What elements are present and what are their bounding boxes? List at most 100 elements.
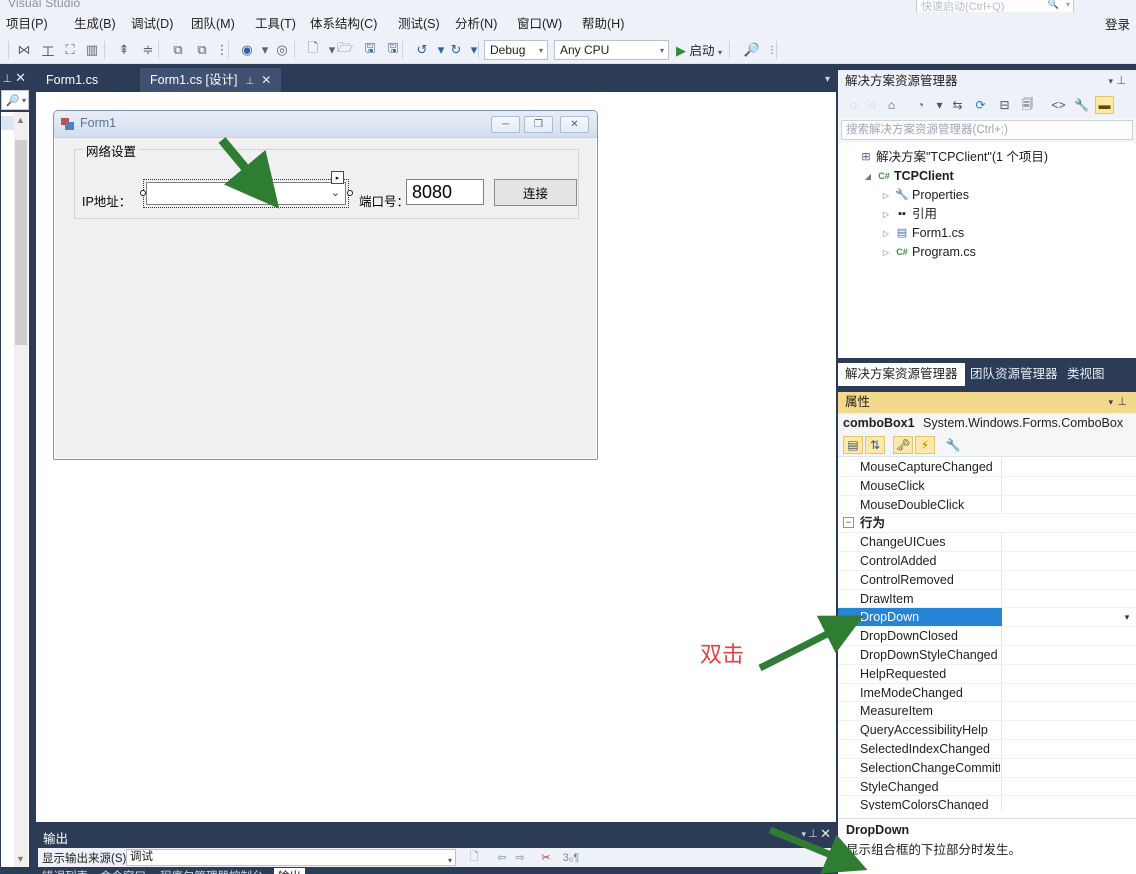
solution-tree[interactable]: ⊞ 解决方案"TCPClient"(1 个项目) ◢ C# TCPClient ▷ 🔧 Pro… xyxy=(838,143,1136,358)
tab-overflow-icon[interactable]: ▾ xyxy=(825,74,830,85)
vertical-spacing-icon[interactable]: ≑ xyxy=(138,40,158,60)
output-tab-1[interactable]: 命令窗口 xyxy=(100,868,146,874)
align-middles-icon[interactable]: ⋈ xyxy=(14,40,34,60)
pin-icon[interactable]: ⊥ xyxy=(1117,392,1127,413)
menu-item-5[interactable]: 体系结构(C) xyxy=(310,15,377,33)
menu-item-6[interactable]: 测试(S) xyxy=(398,15,440,33)
tree-item-0[interactable]: ⊞ 解决方案"TCPClient"(1 个项目) xyxy=(838,148,1136,167)
menu-item-9[interactable]: 帮助(H) xyxy=(582,15,624,33)
tree-item-3[interactable]: ▷ ▪▪ 引用 xyxy=(838,205,1136,224)
tree-item-1[interactable]: ◢ C# TCPClient xyxy=(838,167,1136,186)
property-event-row[interactable]: StyleChanged xyxy=(838,777,1136,797)
toggle-output-icon[interactable]: 3₀¶ xyxy=(563,850,580,865)
refresh-icon[interactable]: ⟳ xyxy=(971,96,990,114)
property-event-row[interactable]: ControlRemoved xyxy=(838,570,1136,590)
scroll-down-icon[interactable]: ▼ xyxy=(16,854,25,864)
redo-dropdown-icon[interactable]: ▾ xyxy=(464,40,484,60)
property-event-row[interactable]: ImeModeChanged xyxy=(838,683,1136,703)
collapse-all-icon[interactable]: ⊟ xyxy=(995,96,1014,114)
property-value-cell[interactable] xyxy=(1001,570,1136,589)
start-debug-button[interactable]: ▶ 启动 ▾ xyxy=(676,40,722,60)
property-value-cell[interactable] xyxy=(1001,533,1136,551)
view-code-icon[interactable]: <> xyxy=(1049,96,1068,114)
output-tab-3[interactable]: 输出 xyxy=(274,868,305,874)
expander-icon[interactable]: ◢ xyxy=(862,167,874,186)
toolbar-overflow-icon[interactable]: ⋮ xyxy=(762,40,782,60)
port-textbox[interactable]: 8080 xyxy=(406,179,484,205)
property-event-row[interactable]: MouseCaptureChanged xyxy=(838,458,1136,477)
categorized-view-icon[interactable]: ▤ xyxy=(843,436,863,454)
close-icon[interactable]: ✕ xyxy=(261,73,271,87)
property-value-cell[interactable] xyxy=(1001,796,1136,810)
property-event-row[interactable]: SystemColorsChanged xyxy=(838,796,1136,810)
send-to-back-icon[interactable]: ⧉ xyxy=(192,40,212,60)
bring-to-front-icon[interactable]: ⧉ xyxy=(168,40,188,60)
property-value-cell[interactable] xyxy=(1001,495,1136,514)
preview-selected-items-icon[interactable]: ▬ xyxy=(1095,96,1114,114)
resize-grip-left[interactable] xyxy=(140,190,146,196)
menu-item-3[interactable]: 团队(M) xyxy=(191,15,235,33)
se-bottom-tab-0[interactable]: 解决方案资源管理器 xyxy=(838,363,965,386)
navigate-back-icon[interactable]: ◉ xyxy=(237,40,257,60)
close-icon[interactable]: ✕ xyxy=(820,826,831,842)
document-tab-0[interactable]: Form1.cs xyxy=(36,68,108,92)
toolbox-scrollbar[interactable]: ▲ ▼ xyxy=(14,112,28,867)
smart-tag-button[interactable]: ▸ xyxy=(331,171,344,184)
property-value-cell[interactable] xyxy=(1001,476,1136,495)
undo-icon[interactable]: ↺ xyxy=(412,40,432,60)
property-event-row[interactable]: MeasureItem xyxy=(838,702,1136,722)
chevron-down-icon[interactable]: ▾ xyxy=(1120,610,1134,624)
find-in-files-icon[interactable]: 🔎 xyxy=(742,40,762,60)
close-button[interactable]: ✕ xyxy=(560,116,589,133)
property-value-cell[interactable] xyxy=(1001,721,1136,739)
toggle-word-wrap-icon[interactable]: ✂ xyxy=(538,850,554,865)
property-value-cell[interactable] xyxy=(1001,739,1136,758)
make-same-size-icon[interactable]: ⛶ xyxy=(60,40,80,60)
property-event-row[interactable]: SelectedIndexChanged xyxy=(838,739,1136,759)
chevron-down-icon[interactable]: ▾ xyxy=(22,96,26,105)
property-value-cell[interactable] xyxy=(1001,702,1136,721)
property-event-row[interactable]: ChangeUICues xyxy=(838,533,1136,552)
toolbox-search-input[interactable]: 🔍 ▾ xyxy=(1,90,29,110)
document-tab-1[interactable]: Form1.cs [设计] ⊥ ✕ xyxy=(140,68,282,92)
combobox-selection-wrapper[interactable]: ⌄ ▸ xyxy=(140,171,353,208)
maximize-button[interactable]: ❐ xyxy=(524,116,553,133)
pin-icon[interactable]: ⊥ xyxy=(808,827,818,840)
property-event-row[interactable]: DropDown ▾ xyxy=(838,608,1136,628)
property-value-cell[interactable] xyxy=(1001,664,1136,683)
scrollbar-thumb[interactable] xyxy=(15,140,27,345)
property-event-row[interactable]: MouseDoubleClick xyxy=(838,495,1136,515)
properties-icon[interactable]: 🔧 xyxy=(1072,96,1091,114)
chevron-down-icon[interactable]: ▾ xyxy=(718,48,722,57)
property-value-cell[interactable]: ▾ xyxy=(1001,608,1136,627)
horizontal-spacing-icon[interactable]: ⇞ xyxy=(114,40,134,60)
pin-icon[interactable]: ⊥ xyxy=(2,72,12,85)
se-bottom-tab-1[interactable]: 团队资源管理器 xyxy=(963,363,1065,386)
properties-view-icon[interactable]: 🗝 xyxy=(893,436,913,454)
events-view-icon[interactable]: ⚡ xyxy=(915,436,935,454)
back-icon[interactable]: ◌ xyxy=(844,96,863,114)
alphabetical-view-icon[interactable]: ⇅ xyxy=(865,436,885,454)
pin-icon[interactable]: ⊥ xyxy=(1116,70,1126,92)
expander-icon[interactable]: ▷ xyxy=(880,243,892,262)
collapse-icon[interactable]: − xyxy=(843,517,854,529)
property-event-row[interactable]: DropDownClosed xyxy=(838,627,1136,646)
properties-event-list[interactable]: MouseCaptureChanged MouseClick MouseDouble… xyxy=(838,458,1136,810)
chevron-down-icon[interactable]: ▾ xyxy=(801,829,806,840)
align-centers-icon[interactable]: 工 xyxy=(38,40,58,60)
resize-grip-right[interactable] xyxy=(347,190,353,196)
property-event-row[interactable]: ControlAdded xyxy=(838,551,1136,571)
property-event-row[interactable]: MouseClick xyxy=(838,476,1136,496)
redo-icon[interactable]: ↻ xyxy=(446,40,466,60)
output-source-dropdown[interactable]: 调试 ▾ xyxy=(126,849,456,866)
property-value-cell[interactable] xyxy=(1001,627,1136,645)
menu-item-7[interactable]: 分析(N) xyxy=(455,15,497,33)
menu-item-1[interactable]: 生成(B) xyxy=(74,15,116,33)
property-event-row[interactable]: DrawItem xyxy=(838,589,1136,609)
chevron-down-icon[interactable]: ▾ xyxy=(1066,0,1070,9)
open-file-icon[interactable]: 🗁 xyxy=(335,40,355,60)
sync-with-active-document-icon[interactable]: ⇆ xyxy=(948,96,967,114)
size-to-grid-icon[interactable]: ▥ xyxy=(82,40,102,60)
property-value-cell[interactable] xyxy=(1001,589,1136,608)
output-tab-0[interactable]: 错误列表 xyxy=(42,868,88,874)
